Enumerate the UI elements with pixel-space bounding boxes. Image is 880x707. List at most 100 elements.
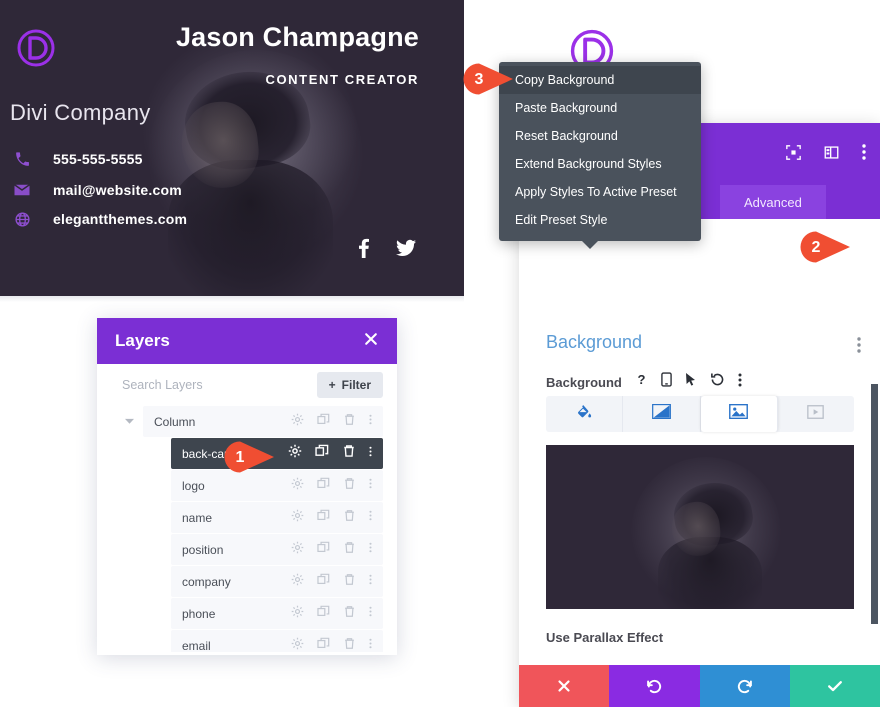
background-image-preview[interactable] (546, 445, 854, 609)
menu-item-paste-background[interactable]: Paste Background (499, 94, 701, 122)
step-badge-3: 3 (455, 62, 517, 96)
card-social-links (358, 238, 416, 263)
background-type-tabs (546, 396, 854, 432)
facebook-icon[interactable] (358, 238, 370, 263)
business-card-preview: Jason Champagne CONTENT CREATOR Divi Com… (0, 0, 464, 296)
gradient-icon (651, 403, 671, 424)
bg-tab-video[interactable] (778, 396, 854, 432)
more-vertical-icon[interactable] (369, 541, 372, 559)
mobile-icon[interactable] (661, 372, 672, 392)
more-vertical-icon[interactable] (369, 477, 372, 495)
trash-icon[interactable] (343, 637, 356, 653)
more-vertical-icon[interactable] (369, 637, 372, 653)
layer-row-email[interactable]: email (171, 630, 383, 652)
more-vertical-icon[interactable] (369, 509, 372, 527)
duplicate-icon[interactable] (317, 477, 330, 495)
duplicate-icon[interactable] (315, 444, 329, 463)
duplicate-icon[interactable] (317, 509, 330, 527)
svg-text:?: ? (637, 372, 645, 387)
gear-icon[interactable] (291, 573, 304, 591)
layer-name: Column (154, 414, 196, 429)
tab-advanced[interactable]: Advanced (720, 185, 826, 219)
layers-panel: Layers Search Layers + Filter Column bac… (97, 318, 397, 655)
layer-row-position[interactable]: position (171, 534, 383, 565)
gear-icon[interactable] (291, 509, 304, 527)
cursor-icon[interactable] (685, 372, 697, 392)
layer-row-actions (291, 413, 383, 431)
gear-icon[interactable] (291, 413, 304, 431)
divi-logo-icon (15, 27, 57, 69)
chevron-down-icon[interactable] (123, 416, 135, 428)
bg-tab-color[interactable] (546, 396, 624, 432)
globe-icon (12, 209, 32, 229)
trash-icon[interactable] (343, 541, 356, 559)
fullscreen-icon[interactable] (786, 144, 801, 165)
save-button[interactable] (789, 665, 880, 707)
duplicate-icon[interactable] (317, 541, 330, 559)
filter-button-label: Filter (341, 378, 371, 392)
settings-panel-scrollbar[interactable] (871, 384, 878, 624)
step-badge-number: 1 (235, 449, 245, 466)
trash-icon[interactable] (343, 477, 356, 495)
gear-icon[interactable] (291, 605, 304, 623)
card-bottom-shadow (0, 296, 464, 302)
reset-icon[interactable] (710, 372, 725, 392)
more-vertical-icon[interactable] (738, 373, 742, 392)
duplicate-icon[interactable] (317, 413, 330, 431)
menu-item-edit-preset-style[interactable]: Edit Preset Style (499, 206, 701, 234)
redo-button[interactable] (699, 665, 790, 707)
more-vertical-icon[interactable] (862, 144, 866, 165)
more-vertical-icon[interactable] (369, 413, 372, 431)
card-company: Divi Company (10, 100, 151, 125)
undo-button[interactable] (609, 665, 700, 707)
layout-columns-icon[interactable] (824, 145, 839, 165)
filter-button[interactable]: + Filter (316, 372, 383, 398)
section-more-vertical-icon[interactable] (857, 337, 861, 358)
layer-row-name[interactable]: name (171, 502, 383, 533)
trash-icon[interactable] (343, 573, 356, 591)
twitter-icon[interactable] (396, 239, 416, 262)
duplicate-icon[interactable] (317, 637, 330, 653)
card-email-text: mail@website.com (53, 182, 182, 198)
trash-icon[interactable] (343, 413, 356, 431)
layer-row-actions (291, 477, 383, 495)
duplicate-icon[interactable] (317, 605, 330, 623)
more-vertical-icon[interactable] (369, 445, 372, 463)
trash-icon[interactable] (343, 605, 356, 623)
layer-row-actions (291, 605, 383, 623)
image-icon (729, 403, 749, 424)
more-vertical-icon[interactable] (369, 573, 372, 591)
menu-item-apply-styles-to-active-preset[interactable]: Apply Styles To Active Preset (499, 178, 701, 206)
gear-icon[interactable] (291, 477, 304, 495)
card-contact-email: mail@website.com (12, 180, 182, 200)
layer-name: phone (182, 606, 216, 621)
layer-row-phone[interactable]: phone (171, 598, 383, 629)
cancel-button[interactable] (519, 665, 610, 707)
bg-tab-gradient[interactable] (623, 396, 701, 432)
gear-icon[interactable] (291, 541, 304, 559)
bg-tab-image[interactable] (700, 396, 778, 432)
layers-panel-header: Layers (97, 318, 397, 364)
trash-icon[interactable] (343, 509, 356, 527)
context-menu-arrow (581, 240, 599, 249)
step-badge-2: 2 (792, 230, 854, 264)
close-icon[interactable] (363, 331, 379, 352)
background-context-menu: Copy Background Paste Background Reset B… (499, 62, 701, 249)
menu-item-copy-background[interactable]: Copy Background (499, 66, 701, 94)
layer-row-actions (291, 637, 383, 653)
menu-item-extend-background-styles[interactable]: Extend Background Styles (499, 150, 701, 178)
layer-row-logo[interactable]: logo (171, 470, 383, 501)
layer-name: position (182, 542, 224, 557)
layer-row-company[interactable]: company (171, 566, 383, 597)
gear-icon[interactable] (291, 637, 304, 653)
layer-row-column[interactable]: Column (124, 406, 383, 437)
more-vertical-icon[interactable] (369, 605, 372, 623)
gear-icon[interactable] (288, 444, 302, 463)
settings-panel-footer (519, 665, 880, 707)
menu-item-reset-background[interactable]: Reset Background (499, 122, 701, 150)
duplicate-icon[interactable] (317, 573, 330, 591)
help-icon[interactable]: ? (635, 372, 648, 392)
search-input[interactable]: Search Layers (122, 378, 203, 392)
plus-icon: + (328, 378, 336, 392)
trash-icon[interactable] (342, 444, 356, 463)
